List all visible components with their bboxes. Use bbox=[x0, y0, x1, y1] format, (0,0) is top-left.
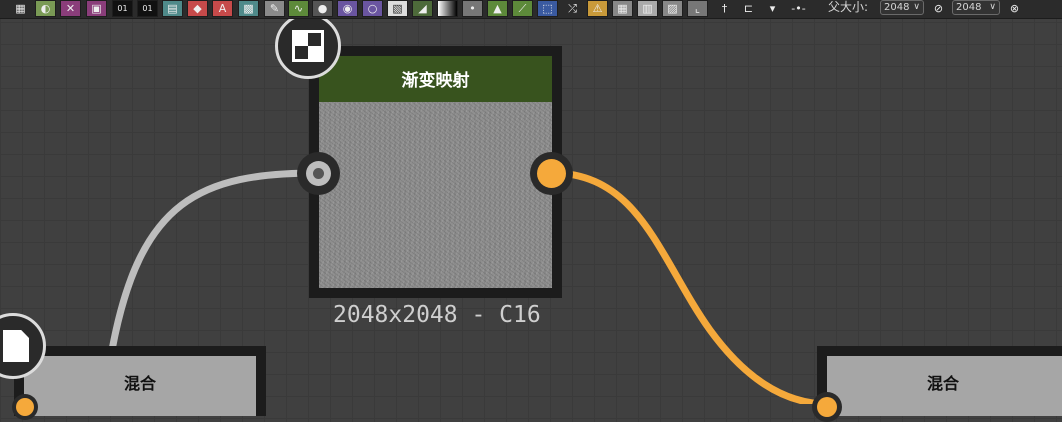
binary-noise-icon[interactable]: 01 bbox=[112, 0, 133, 17]
node-type-badge bbox=[275, 13, 341, 79]
warning-node-icon[interactable]: ⚠ bbox=[587, 0, 608, 17]
drop-node-icon[interactable]: ● bbox=[312, 0, 333, 17]
text-node-icon[interactable]: A bbox=[212, 0, 233, 17]
checker-icon bbox=[292, 30, 324, 62]
graph-toolbar: ▦ ◐ ✕ ▣ 01 01 ▤ ◆ A ▩ ✎ ∿ ● ◉ ○ ▧ ◢ • ▲ … bbox=[0, 0, 1062, 19]
output-wire[interactable] bbox=[551, 169, 829, 404]
frame-node-icon[interactable]: ▥ bbox=[637, 0, 658, 17]
node-title: 混合 bbox=[123, 374, 156, 393]
input-wire[interactable] bbox=[108, 169, 319, 351]
gradient-map-node[interactable]: 渐变映射 bbox=[309, 46, 562, 298]
chevron-down-icon: ∨ bbox=[913, 2, 920, 12]
dot-node-icon[interactable]: -•- bbox=[788, 0, 809, 17]
parent-size-label: 父大小: bbox=[828, 0, 869, 14]
parent-size-select[interactable]: 2048 ∨ bbox=[880, 0, 924, 15]
resolution-label: 2048x2048 - C16 bbox=[333, 302, 541, 328]
document-icon bbox=[3, 330, 29, 362]
gradient-node-icon[interactable] bbox=[437, 0, 458, 17]
chevron-down-icon: ∨ bbox=[989, 2, 996, 12]
link-icon[interactable]: ⊘ bbox=[928, 0, 949, 17]
blend-left-port[interactable] bbox=[12, 394, 38, 420]
graph-node-icon[interactable]: ▦ bbox=[612, 0, 633, 17]
pattern-node-icon[interactable]: ▧ bbox=[387, 0, 408, 17]
vector-node-icon[interactable]: ✎ bbox=[264, 0, 285, 17]
pin-icon[interactable]: † bbox=[714, 0, 735, 17]
output-port[interactable] bbox=[530, 152, 573, 195]
blend-right-input-port[interactable] bbox=[812, 392, 842, 422]
texture-preview bbox=[319, 102, 552, 288]
curve-node-icon[interactable]: ∿ bbox=[288, 0, 309, 17]
node-title: 混合 bbox=[926, 374, 959, 393]
bitmap-node-icon[interactable]: ▨ bbox=[662, 0, 683, 17]
levels-node-icon[interactable]: ◢ bbox=[412, 0, 433, 17]
size-value: 2048 bbox=[956, 2, 982, 13]
image-node-icon[interactable]: ▣ bbox=[86, 0, 107, 17]
export-icon[interactable]: ⊏ bbox=[738, 0, 759, 17]
blend-node-left[interactable]: 混合 bbox=[14, 346, 266, 416]
color-wheel-icon[interactable]: ◉ bbox=[337, 0, 358, 17]
slider-node-icon[interactable]: • bbox=[462, 0, 483, 17]
comment-icon[interactable]: ▾ bbox=[762, 0, 783, 17]
histogram-node-icon[interactable]: ▲ bbox=[487, 0, 508, 17]
selection-node-icon[interactable]: ⬚ bbox=[537, 0, 558, 17]
node-title: 渐变映射 bbox=[401, 71, 470, 91]
splatter-node-icon[interactable]: ✕ bbox=[60, 0, 81, 17]
shape-node-icon[interactable]: ◐ bbox=[35, 0, 56, 17]
output-node-icon[interactable]: ⌞ bbox=[687, 0, 708, 17]
transform-node-icon[interactable]: ▩ bbox=[238, 0, 259, 17]
shuffle-icon[interactable]: ⤮ bbox=[562, 0, 583, 17]
ramp-node-icon[interactable]: ⟋ bbox=[512, 0, 533, 17]
close-icon[interactable]: ⊗ bbox=[1004, 0, 1025, 17]
parent-size-value: 2048 bbox=[884, 2, 910, 13]
size-select[interactable]: 2048 ∨ bbox=[952, 0, 1000, 15]
grid-icon[interactable]: ▦ bbox=[10, 0, 31, 17]
blend-node-right[interactable]: 混合 bbox=[817, 346, 1062, 416]
input-port[interactable] bbox=[297, 152, 340, 195]
circle-node-icon[interactable]: ○ bbox=[362, 0, 383, 17]
tile-node-icon[interactable]: ▤ bbox=[162, 0, 183, 17]
fill-bucket-icon[interactable]: ◆ bbox=[187, 0, 208, 17]
binary-pattern-icon[interactable]: 01 bbox=[137, 0, 158, 17]
